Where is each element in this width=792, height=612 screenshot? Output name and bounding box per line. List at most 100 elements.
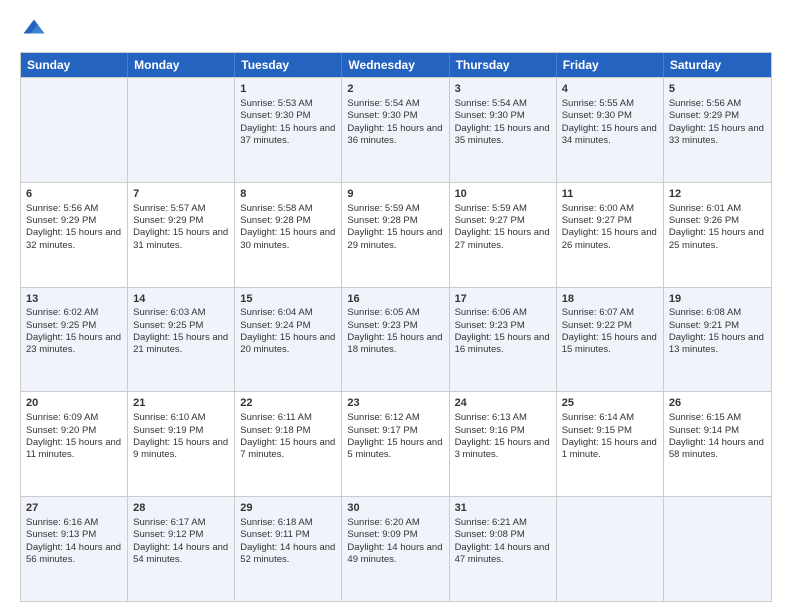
cal-cell-4-1: 28Sunrise: 6:17 AMSunset: 9:12 PMDayligh… — [128, 497, 235, 601]
cal-cell-1-1: 7Sunrise: 5:57 AMSunset: 9:29 PMDaylight… — [128, 183, 235, 287]
cell-info: Sunrise: 5:56 AMSunset: 9:29 PMDaylight:… — [26, 203, 122, 252]
cal-cell-0-3: 2Sunrise: 5:54 AMSunset: 9:30 PMDaylight… — [342, 78, 449, 182]
cell-info: Sunrise: 5:58 AMSunset: 9:28 PMDaylight:… — [240, 203, 336, 252]
day-number: 12 — [669, 187, 766, 202]
cell-info: Sunrise: 6:21 AMSunset: 9:08 PMDaylight:… — [455, 517, 551, 566]
cal-cell-1-2: 8Sunrise: 5:58 AMSunset: 9:28 PMDaylight… — [235, 183, 342, 287]
day-number: 13 — [26, 292, 122, 307]
cell-info: Sunrise: 5:53 AMSunset: 9:30 PMDaylight:… — [240, 98, 336, 147]
cal-cell-0-5: 4Sunrise: 5:55 AMSunset: 9:30 PMDaylight… — [557, 78, 664, 182]
cell-info: Sunrise: 6:18 AMSunset: 9:11 PMDaylight:… — [240, 517, 336, 566]
cal-cell-3-4: 24Sunrise: 6:13 AMSunset: 9:16 PMDayligh… — [450, 392, 557, 496]
cell-info: Sunrise: 5:54 AMSunset: 9:30 PMDaylight:… — [347, 98, 443, 147]
day-number: 3 — [455, 82, 551, 97]
day-number: 7 — [133, 187, 229, 202]
cell-info: Sunrise: 5:56 AMSunset: 9:29 PMDaylight:… — [669, 98, 766, 147]
cell-info: Sunrise: 5:59 AMSunset: 9:27 PMDaylight:… — [455, 203, 551, 252]
cal-cell-4-3: 30Sunrise: 6:20 AMSunset: 9:09 PMDayligh… — [342, 497, 449, 601]
cal-cell-0-0 — [21, 78, 128, 182]
cell-info: Sunrise: 6:00 AMSunset: 9:27 PMDaylight:… — [562, 203, 658, 252]
cal-cell-0-2: 1Sunrise: 5:53 AMSunset: 9:30 PMDaylight… — [235, 78, 342, 182]
header-day-sunday: Sunday — [21, 53, 128, 77]
day-number: 21 — [133, 396, 229, 411]
cell-info: Sunrise: 5:57 AMSunset: 9:29 PMDaylight:… — [133, 203, 229, 252]
cal-cell-3-1: 21Sunrise: 6:10 AMSunset: 9:19 PMDayligh… — [128, 392, 235, 496]
header-day-friday: Friday — [557, 53, 664, 77]
header-day-monday: Monday — [128, 53, 235, 77]
cal-cell-3-6: 26Sunrise: 6:15 AMSunset: 9:14 PMDayligh… — [664, 392, 771, 496]
cal-cell-1-5: 11Sunrise: 6:00 AMSunset: 9:27 PMDayligh… — [557, 183, 664, 287]
logo — [20, 16, 52, 44]
calendar-row-2: 13Sunrise: 6:02 AMSunset: 9:25 PMDayligh… — [21, 287, 771, 392]
cell-info: Sunrise: 6:09 AMSunset: 9:20 PMDaylight:… — [26, 412, 122, 461]
cal-cell-0-4: 3Sunrise: 5:54 AMSunset: 9:30 PMDaylight… — [450, 78, 557, 182]
header-day-thursday: Thursday — [450, 53, 557, 77]
cal-cell-4-6 — [664, 497, 771, 601]
cell-info: Sunrise: 6:04 AMSunset: 9:24 PMDaylight:… — [240, 307, 336, 356]
day-number: 22 — [240, 396, 336, 411]
cell-info: Sunrise: 6:12 AMSunset: 9:17 PMDaylight:… — [347, 412, 443, 461]
cell-info: Sunrise: 6:08 AMSunset: 9:21 PMDaylight:… — [669, 307, 766, 356]
top-bar — [20, 16, 772, 44]
cal-cell-0-1 — [128, 78, 235, 182]
cal-cell-4-5 — [557, 497, 664, 601]
day-number: 10 — [455, 187, 551, 202]
day-number: 4 — [562, 82, 658, 97]
cal-cell-3-3: 23Sunrise: 6:12 AMSunset: 9:17 PMDayligh… — [342, 392, 449, 496]
cal-cell-4-4: 31Sunrise: 6:21 AMSunset: 9:08 PMDayligh… — [450, 497, 557, 601]
cell-info: Sunrise: 5:54 AMSunset: 9:30 PMDaylight:… — [455, 98, 551, 147]
day-number: 8 — [240, 187, 336, 202]
calendar-header: SundayMondayTuesdayWednesdayThursdayFrid… — [21, 53, 771, 77]
cell-info: Sunrise: 6:10 AMSunset: 9:19 PMDaylight:… — [133, 412, 229, 461]
cell-info: Sunrise: 6:07 AMSunset: 9:22 PMDaylight:… — [562, 307, 658, 356]
cal-cell-1-3: 9Sunrise: 5:59 AMSunset: 9:28 PMDaylight… — [342, 183, 449, 287]
cell-info: Sunrise: 6:11 AMSunset: 9:18 PMDaylight:… — [240, 412, 336, 461]
day-number: 30 — [347, 501, 443, 516]
cal-cell-3-5: 25Sunrise: 6:14 AMSunset: 9:15 PMDayligh… — [557, 392, 664, 496]
calendar-body: 1Sunrise: 5:53 AMSunset: 9:30 PMDaylight… — [21, 77, 771, 601]
day-number: 29 — [240, 501, 336, 516]
cal-cell-1-4: 10Sunrise: 5:59 AMSunset: 9:27 PMDayligh… — [450, 183, 557, 287]
day-number: 5 — [669, 82, 766, 97]
cal-cell-2-3: 16Sunrise: 6:05 AMSunset: 9:23 PMDayligh… — [342, 288, 449, 392]
day-number: 11 — [562, 187, 658, 202]
page: SundayMondayTuesdayWednesdayThursdayFrid… — [0, 0, 792, 612]
cal-cell-4-2: 29Sunrise: 6:18 AMSunset: 9:11 PMDayligh… — [235, 497, 342, 601]
cell-info: Sunrise: 6:14 AMSunset: 9:15 PMDaylight:… — [562, 412, 658, 461]
header-day-tuesday: Tuesday — [235, 53, 342, 77]
cell-info: Sunrise: 6:05 AMSunset: 9:23 PMDaylight:… — [347, 307, 443, 356]
cal-cell-2-0: 13Sunrise: 6:02 AMSunset: 9:25 PMDayligh… — [21, 288, 128, 392]
day-number: 14 — [133, 292, 229, 307]
cal-cell-3-0: 20Sunrise: 6:09 AMSunset: 9:20 PMDayligh… — [21, 392, 128, 496]
day-number: 18 — [562, 292, 658, 307]
day-number: 9 — [347, 187, 443, 202]
cell-info: Sunrise: 6:20 AMSunset: 9:09 PMDaylight:… — [347, 517, 443, 566]
cell-info: Sunrise: 6:17 AMSunset: 9:12 PMDaylight:… — [133, 517, 229, 566]
calendar-row-3: 20Sunrise: 6:09 AMSunset: 9:20 PMDayligh… — [21, 391, 771, 496]
cell-info: Sunrise: 6:02 AMSunset: 9:25 PMDaylight:… — [26, 307, 122, 356]
day-number: 24 — [455, 396, 551, 411]
cell-info: Sunrise: 6:15 AMSunset: 9:14 PMDaylight:… — [669, 412, 766, 461]
day-number: 31 — [455, 501, 551, 516]
cal-cell-4-0: 27Sunrise: 6:16 AMSunset: 9:13 PMDayligh… — [21, 497, 128, 601]
day-number: 26 — [669, 396, 766, 411]
cal-cell-2-5: 18Sunrise: 6:07 AMSunset: 9:22 PMDayligh… — [557, 288, 664, 392]
day-number: 15 — [240, 292, 336, 307]
cal-cell-2-1: 14Sunrise: 6:03 AMSunset: 9:25 PMDayligh… — [128, 288, 235, 392]
cell-info: Sunrise: 6:16 AMSunset: 9:13 PMDaylight:… — [26, 517, 122, 566]
cell-info: Sunrise: 6:01 AMSunset: 9:26 PMDaylight:… — [669, 203, 766, 252]
cell-info: Sunrise: 5:59 AMSunset: 9:28 PMDaylight:… — [347, 203, 443, 252]
cal-cell-0-6: 5Sunrise: 5:56 AMSunset: 9:29 PMDaylight… — [664, 78, 771, 182]
day-number: 23 — [347, 396, 443, 411]
cell-info: Sunrise: 6:03 AMSunset: 9:25 PMDaylight:… — [133, 307, 229, 356]
day-number: 19 — [669, 292, 766, 307]
cell-info: Sunrise: 6:06 AMSunset: 9:23 PMDaylight:… — [455, 307, 551, 356]
day-number: 6 — [26, 187, 122, 202]
cal-cell-3-2: 22Sunrise: 6:11 AMSunset: 9:18 PMDayligh… — [235, 392, 342, 496]
day-number: 27 — [26, 501, 122, 516]
calendar: SundayMondayTuesdayWednesdayThursdayFrid… — [20, 52, 772, 602]
header-day-saturday: Saturday — [664, 53, 771, 77]
cal-cell-2-6: 19Sunrise: 6:08 AMSunset: 9:21 PMDayligh… — [664, 288, 771, 392]
day-number: 20 — [26, 396, 122, 411]
cal-cell-2-2: 15Sunrise: 6:04 AMSunset: 9:24 PMDayligh… — [235, 288, 342, 392]
